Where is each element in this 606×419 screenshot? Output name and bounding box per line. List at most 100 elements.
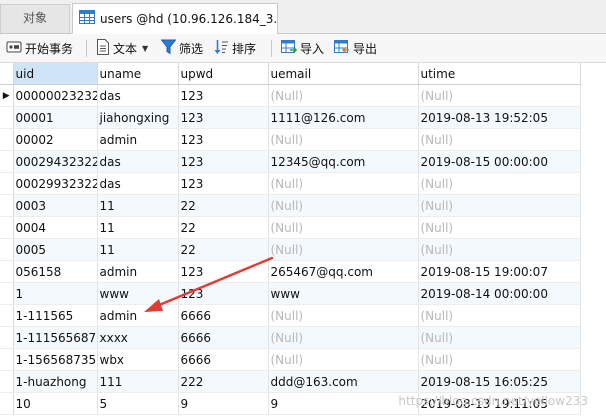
table-row[interactable]: 00001 jiahongxing 123 1111@126.com 2019-08-1… bbox=[0, 106, 581, 129]
cell-utime[interactable]: 2019-08-15 19:00:07 bbox=[418, 260, 581, 283]
cell-uemail[interactable]: (Null) bbox=[268, 348, 419, 371]
row-indicator[interactable] bbox=[0, 150, 14, 173]
cell-utime[interactable]: (Null) bbox=[418, 216, 581, 239]
row-indicator[interactable] bbox=[0, 304, 14, 327]
cell-utime[interactable]: 2019-08-15 16:05:25 bbox=[418, 370, 581, 393]
cell-utime[interactable]: 2019-08-14 00:00:00 bbox=[418, 282, 581, 305]
table-row[interactable]: 00029932322 das 123 (Null) (Null) bbox=[0, 172, 581, 195]
cell-uname[interactable]: wbx bbox=[97, 348, 179, 371]
cell-uid[interactable]: 1 bbox=[13, 282, 98, 305]
cell-uid[interactable]: 00029432322 bbox=[13, 150, 98, 173]
cell-uname[interactable]: das bbox=[97, 150, 179, 173]
table-row[interactable]: ▶000000232322das123(Null)(Null) bbox=[0, 84, 581, 107]
cell-uname[interactable]: das bbox=[97, 84, 179, 107]
cell-utime[interactable]: (Null) bbox=[418, 84, 581, 107]
cell-upwd[interactable]: 123 bbox=[178, 84, 269, 107]
cell-upwd[interactable]: 123 bbox=[178, 106, 269, 129]
column-header-uid[interactable]: uid bbox=[13, 63, 98, 85]
table-row[interactable]: 1-1115656873 xxxx 6666 (Null) (Null) bbox=[0, 326, 581, 349]
cell-uname[interactable]: admin bbox=[97, 304, 179, 327]
cell-uemail[interactable]: (Null) bbox=[268, 172, 419, 195]
cell-upwd[interactable]: 123 bbox=[178, 282, 269, 305]
cell-utime[interactable]: (Null) bbox=[418, 326, 581, 349]
cell-uemail[interactable]: 12345@qq.com bbox=[268, 150, 419, 173]
cell-utime[interactable]: (Null) bbox=[418, 172, 581, 195]
tab-users-table[interactable]: users @hd (10.96.126.184_3... bbox=[72, 3, 278, 34]
cell-uname[interactable]: 11 bbox=[97, 238, 179, 261]
cell-uname[interactable]: 111 bbox=[97, 370, 179, 393]
cell-uid[interactable]: 1-huazhong bbox=[13, 370, 98, 393]
cell-uid[interactable]: 056158 bbox=[13, 260, 98, 283]
row-indicator[interactable] bbox=[0, 370, 14, 393]
cell-utime[interactable]: (Null) bbox=[418, 238, 581, 261]
cell-utime[interactable]: (Null) bbox=[418, 194, 581, 217]
column-header-upwd[interactable]: upwd bbox=[178, 63, 269, 85]
cell-upwd[interactable]: 123 bbox=[178, 150, 269, 173]
cell-uemail[interactable]: 9 bbox=[268, 392, 419, 415]
column-header-uemail[interactable]: uemail bbox=[268, 63, 419, 85]
cell-uname[interactable]: admin bbox=[97, 128, 179, 151]
cell-uemail[interactable]: (Null) bbox=[268, 238, 419, 261]
cell-uid[interactable]: 000000232322 bbox=[13, 84, 98, 107]
cell-uid[interactable]: 0004 bbox=[13, 216, 98, 239]
cell-uemail[interactable]: (Null) bbox=[268, 326, 419, 349]
cell-uname[interactable]: jiahongxing bbox=[97, 106, 179, 129]
cell-upwd[interactable]: 22 bbox=[178, 238, 269, 261]
cell-uid[interactable]: 1-111565 bbox=[13, 304, 98, 327]
text-button[interactable]: 文本 ▼ bbox=[96, 38, 148, 59]
cell-uemail[interactable]: ddd@163.com bbox=[268, 370, 419, 393]
column-header-utime[interactable]: utime bbox=[418, 63, 581, 85]
cell-uid[interactable]: 1-1565687356 bbox=[13, 348, 98, 371]
cell-uname[interactable]: 11 bbox=[97, 194, 179, 217]
table-row[interactable]: 1 www 123 www 2019-08-14 00:00:00 bbox=[0, 282, 581, 305]
row-indicator[interactable] bbox=[0, 106, 14, 129]
cell-utime[interactable]: (Null) bbox=[418, 348, 581, 371]
cell-uid[interactable]: 1-1115656873 bbox=[13, 326, 98, 349]
cell-uid[interactable]: 00002 bbox=[13, 128, 98, 151]
table-row[interactable]: 00002 admin 123 (Null) (Null) bbox=[0, 128, 581, 151]
cell-upwd[interactable]: 123 bbox=[178, 172, 269, 195]
cell-uemail[interactable]: 1111@126.com bbox=[268, 106, 419, 129]
table-row[interactable]: 0003 11 22 (Null) (Null) bbox=[0, 194, 581, 217]
table-row[interactable]: 0005 11 22 (Null) (Null) bbox=[0, 238, 581, 261]
cell-uid[interactable]: 0005 bbox=[13, 238, 98, 261]
cell-uid[interactable]: 00029932322 bbox=[13, 172, 98, 195]
current-row-indicator-icon[interactable]: ▶ bbox=[0, 84, 14, 107]
cell-uid[interactable]: 0003 bbox=[13, 194, 98, 217]
cell-uname[interactable]: www bbox=[97, 282, 179, 305]
cell-uname[interactable]: das bbox=[97, 172, 179, 195]
cell-utime[interactable]: (Null) bbox=[418, 128, 581, 151]
cell-uname[interactable]: xxxx bbox=[97, 326, 179, 349]
cell-upwd[interactable]: 22 bbox=[178, 216, 269, 239]
table-row[interactable]: 0004 11 22 (Null) (Null) bbox=[0, 216, 581, 239]
cell-upwd[interactable]: 123 bbox=[178, 128, 269, 151]
cell-uemail[interactable]: www bbox=[268, 282, 419, 305]
row-indicator[interactable] bbox=[0, 238, 14, 261]
cell-upwd[interactable]: 22 bbox=[178, 194, 269, 217]
row-indicator[interactable] bbox=[0, 194, 14, 217]
column-header-uname[interactable]: uname bbox=[97, 63, 179, 85]
cell-uemail[interactable]: 265467@qq.com bbox=[268, 260, 419, 283]
cell-uemail[interactable]: (Null) bbox=[268, 84, 419, 107]
cell-upwd[interactable]: 6666 bbox=[178, 326, 269, 349]
cell-utime[interactable]: 2019-08-15 00:00:00 bbox=[418, 150, 581, 173]
table-row[interactable]: 1-111565 admin 6666 (Null) (Null) bbox=[0, 304, 581, 327]
row-indicator[interactable] bbox=[0, 128, 14, 151]
cell-uid[interactable]: 10 bbox=[13, 392, 98, 415]
cell-uname[interactable]: 5 bbox=[97, 392, 179, 415]
cell-uid[interactable]: 00001 bbox=[13, 106, 98, 129]
cell-upwd[interactable]: 222 bbox=[178, 370, 269, 393]
cell-utime[interactable]: 2019-08-13 19:52:05 bbox=[418, 106, 581, 129]
cell-uname[interactable]: 11 bbox=[97, 216, 179, 239]
table-row[interactable]: 1-huazhong 111 222 ddd@163.com 2019-08-15 16… bbox=[0, 370, 581, 393]
cell-uemail[interactable]: (Null) bbox=[268, 216, 419, 239]
cell-uemail[interactable]: (Null) bbox=[268, 128, 419, 151]
row-indicator[interactable] bbox=[0, 260, 14, 283]
cell-uemail[interactable]: (Null) bbox=[268, 194, 419, 217]
filter-button[interactable]: 筛选 bbox=[160, 38, 203, 59]
cell-upwd[interactable]: 6666 bbox=[178, 304, 269, 327]
begin-transaction-button[interactable]: 开始事务 bbox=[6, 38, 73, 59]
row-indicator[interactable] bbox=[0, 326, 14, 349]
row-indicator[interactable] bbox=[0, 172, 14, 195]
import-button[interactable]: 导入 bbox=[281, 38, 324, 59]
